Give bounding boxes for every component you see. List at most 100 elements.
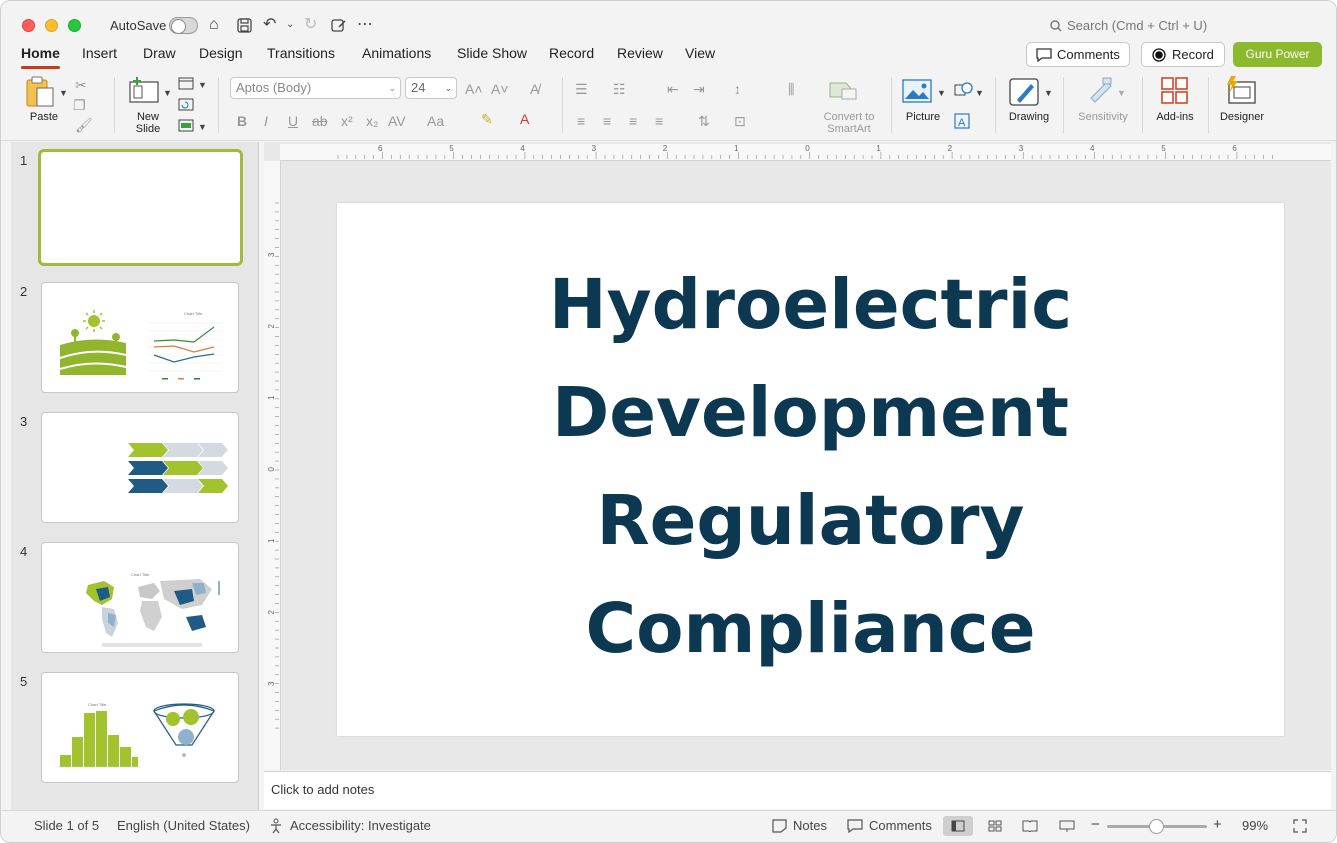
notes-toggle[interactable]: Notes	[793, 818, 827, 833]
tab-review[interactable]: Review	[617, 45, 663, 61]
character-spacing-icon[interactable]: AV	[388, 113, 406, 129]
font-size-select[interactable]: 24 ⌄	[405, 77, 457, 99]
align-right-icon[interactable]: ≡	[629, 113, 637, 129]
line-spacing-icon[interactable]: ↕	[734, 81, 741, 97]
notes-icon[interactable]	[772, 819, 787, 833]
comment-icon[interactable]	[847, 819, 863, 833]
smartart-icon[interactable]	[828, 79, 858, 101]
layout-dropdown-icon[interactable]: ▼	[198, 77, 207, 93]
notes-pane[interactable]: Click to add notes	[264, 771, 1331, 809]
tab-slide-show[interactable]: Slide Show	[457, 45, 527, 61]
home-icon[interactable]: ⌂	[209, 15, 219, 35]
sensitivity-dropdown-icon[interactable]: ▼	[1117, 85, 1126, 101]
shapes-icon[interactable]	[954, 81, 974, 97]
tab-view[interactable]: View	[685, 45, 715, 61]
tab-design[interactable]: Design	[199, 45, 243, 61]
decrease-font-icon[interactable]: A˅	[491, 81, 509, 97]
close-window-button[interactable]	[22, 19, 35, 32]
justify-icon[interactable]: ≡	[655, 113, 663, 129]
record-button[interactable]: Record	[1141, 42, 1225, 67]
bold-icon[interactable]: B	[237, 113, 247, 129]
increase-indent-icon[interactable]: ⇥	[693, 81, 705, 97]
tab-record[interactable]: Record	[549, 45, 594, 61]
numbering-icon[interactable]: ☷	[613, 81, 626, 97]
language-status[interactable]: English (United States)	[117, 818, 250, 833]
drawing-dropdown-icon[interactable]: ▼	[1044, 85, 1053, 101]
highlight-icon[interactable]: ✎	[481, 111, 493, 127]
text-direction-icon[interactable]: ⇅	[698, 113, 710, 129]
accessibility-icon[interactable]	[269, 818, 284, 834]
subscript-icon[interactable]: x₂	[366, 113, 378, 129]
more-icon[interactable]: ⋯	[357, 15, 373, 35]
slide-title[interactable]: Hydroelectric Development Regulatory Com…	[337, 251, 1284, 683]
reading-view-button[interactable]	[1015, 816, 1045, 836]
columns-icon[interactable]: ⫼	[788, 81, 794, 97]
comments-toggle[interactable]: Comments	[869, 818, 932, 833]
slide-thumbnail-1[interactable]	[38, 149, 243, 266]
notes-placeholder[interactable]: Click to add notes	[271, 782, 374, 797]
designer-icon[interactable]	[1225, 75, 1257, 105]
section-icon[interactable]	[178, 119, 194, 132]
format-painter-icon[interactable]: 🖌	[75, 117, 93, 133]
layout-icon[interactable]	[178, 77, 194, 90]
tab-animations[interactable]: Animations	[362, 45, 431, 61]
font-name-select[interactable]: Aptos (Body) ⌄	[230, 77, 401, 99]
copy-icon[interactable]: ❐	[73, 97, 86, 113]
drawing-icon[interactable]	[1009, 76, 1041, 108]
increase-font-icon[interactable]: A˄	[465, 81, 483, 97]
presenter-view-button[interactable]	[1052, 816, 1082, 836]
align-text-icon[interactable]: ⊡	[734, 113, 746, 129]
change-case-icon[interactable]: Aa	[427, 113, 444, 129]
fit-to-window-icon[interactable]	[1293, 819, 1307, 833]
text-box-icon[interactable]: A	[954, 113, 970, 129]
autosave-toggle[interactable]	[169, 17, 198, 34]
save-icon[interactable]	[237, 18, 252, 33]
redo-icon[interactable]: ↻	[304, 15, 317, 35]
cut-icon[interactable]: ✂	[75, 77, 87, 93]
zoom-out-button[interactable]: −	[1091, 816, 1100, 833]
slide-thumbnail-3[interactable]	[41, 412, 239, 523]
superscript-icon[interactable]: x²	[341, 113, 353, 129]
paste-dropdown-icon[interactable]: ▼	[59, 85, 68, 101]
new-slide-icon[interactable]	[128, 76, 160, 104]
clear-formatting-icon[interactable]: A̸	[530, 81, 539, 97]
customize-toolbar-icon[interactable]	[331, 18, 347, 33]
tab-insert[interactable]: Insert	[82, 45, 117, 61]
maximize-window-button[interactable]	[68, 19, 81, 32]
section-dropdown-icon[interactable]: ▼	[198, 119, 207, 135]
bullets-icon[interactable]: ☰	[575, 81, 588, 97]
accessibility-status[interactable]: Accessibility: Investigate	[290, 818, 431, 833]
paste-icon[interactable]	[25, 76, 59, 108]
shapes-dropdown-icon[interactable]: ▼	[975, 85, 984, 101]
tab-transitions[interactable]: Transitions	[267, 45, 335, 61]
reset-icon[interactable]	[178, 98, 194, 111]
undo-dropdown-icon[interactable]: ⌄	[286, 15, 294, 35]
slide-sorter-button[interactable]	[980, 816, 1010, 836]
slide-thumbnail-5[interactable]: Chart Title	[41, 672, 239, 783]
zoom-slider-handle[interactable]	[1149, 819, 1164, 834]
sensitivity-icon[interactable]	[1087, 76, 1115, 104]
search-input[interactable]: Search (Cmd + Ctrl + U)	[1067, 18, 1207, 33]
guru-power-button[interactable]: Guru Power	[1233, 42, 1322, 67]
add-ins-icon[interactable]	[1160, 76, 1190, 106]
tab-draw[interactable]: Draw	[143, 45, 176, 61]
undo-icon[interactable]: ↶	[263, 15, 276, 35]
font-color-icon[interactable]: A	[520, 111, 529, 127]
comments-button[interactable]: Comments	[1026, 42, 1130, 67]
strikethrough-icon[interactable]: ab	[312, 113, 328, 129]
zoom-in-button[interactable]: +	[1213, 816, 1222, 833]
slide-thumbnail-2[interactable]: Chart Title	[41, 282, 239, 393]
new-slide-dropdown-icon[interactable]: ▼	[163, 85, 172, 101]
normal-view-button[interactable]	[943, 816, 973, 836]
tab-home[interactable]: Home	[21, 45, 60, 69]
picture-icon[interactable]	[902, 79, 932, 103]
picture-dropdown-icon[interactable]: ▼	[937, 85, 946, 101]
current-slide[interactable]: Hydroelectric Development Regulatory Com…	[337, 203, 1284, 736]
align-left-icon[interactable]: ≡	[577, 113, 585, 129]
minimize-window-button[interactable]	[45, 19, 58, 32]
slide-thumbnail-4[interactable]: Chart Title	[41, 542, 239, 653]
underline-icon[interactable]: U	[288, 113, 298, 129]
zoom-level[interactable]: 99%	[1242, 818, 1268, 833]
italic-icon[interactable]: I	[264, 113, 268, 129]
align-center-icon[interactable]: ≡	[603, 113, 611, 129]
